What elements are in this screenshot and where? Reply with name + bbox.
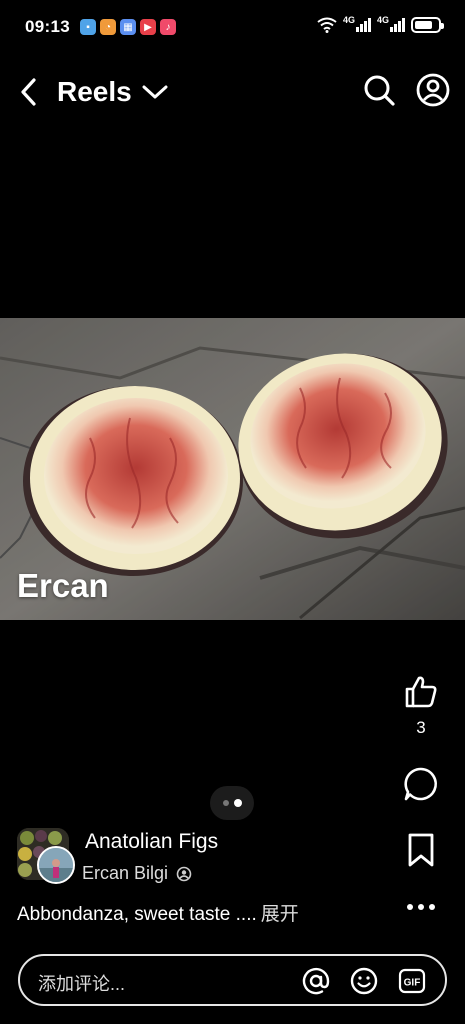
feed-selector[interactable]: Reels [57, 76, 168, 108]
app-notification-icon: ◔ [100, 19, 116, 35]
gif-icon: GIF [398, 968, 426, 994]
chevron-left-icon [21, 78, 36, 106]
network-type-label: 4G [376, 15, 389, 25]
thumbs-up-icon [405, 676, 437, 708]
at-sign-icon [302, 967, 330, 995]
like-button[interactable] [401, 672, 441, 712]
media-watermark: Ercan [17, 567, 109, 604]
emoji-button[interactable] [349, 966, 379, 996]
expand-caption-link[interactable]: 展开 [261, 904, 299, 925]
profile-icon [416, 73, 450, 107]
battery-level [415, 21, 432, 29]
status-bar: 09:13 ▪ ◔ ▦ ▶ ♪ 4G 4G [0, 0, 465, 56]
bookmark-icon [408, 833, 434, 867]
pager-dot [222, 800, 229, 806]
music-app-icon: ♪ [160, 19, 176, 35]
post-caption: Abbondanza, sweet taste .... 展开 [17, 899, 299, 926]
back-button[interactable] [14, 74, 44, 110]
author-avatar-image [39, 848, 73, 882]
profile-button[interactable] [415, 72, 451, 108]
gif-button[interactable]: GIF [397, 966, 427, 996]
status-time: 09:13 [25, 17, 70, 36]
pager-dot-active [233, 799, 242, 807]
search-icon [364, 75, 395, 106]
signal-4g-icon: 4G [376, 15, 405, 32]
reel-media[interactable]: Ercan [0, 318, 465, 620]
notification-icons: ▪ ◔ ▦ ▶ ♪ [80, 19, 176, 35]
side-actions: 3 [391, 672, 451, 922]
wifi-icon [317, 17, 337, 33]
more-options-button[interactable] [401, 892, 441, 922]
media-pager [210, 786, 254, 820]
author-avatar[interactable] [37, 846, 75, 884]
post-author: Anatolian Figs Ercan Bilgi [17, 826, 397, 886]
author-name[interactable]: Ercan Bilgi [82, 863, 168, 884]
friend-badge-icon [176, 866, 192, 881]
signal-4g-icon: 4G [342, 15, 371, 32]
comment-bubble-icon [404, 767, 437, 801]
group-name[interactable]: Anatolian Figs [85, 830, 218, 854]
page-title: Reels [57, 76, 132, 107]
search-button[interactable] [361, 72, 397, 108]
video-app-icon: ▶ [140, 19, 156, 35]
caption-text: Abbondanza, sweet taste .... [17, 904, 257, 925]
like-count: 3 [416, 718, 426, 737]
battery-icon [411, 17, 444, 33]
system-indicators: 4G 4G [317, 15, 444, 33]
chevron-down-icon [142, 85, 168, 99]
gif-label: GIF [404, 978, 421, 989]
top-bar: Reels [0, 66, 465, 118]
more-dots-icon [407, 904, 435, 910]
comment-bar[interactable]: 添加评论... GIF [18, 954, 447, 1006]
comment-button[interactable] [401, 764, 441, 804]
app-notification-icon: ▪ [80, 19, 96, 35]
smiley-icon [350, 967, 378, 995]
comment-input[interactable]: 添加评论... [38, 970, 125, 996]
app-notification-icon: ▦ [120, 19, 136, 35]
save-button[interactable] [401, 830, 441, 870]
network-type-label: 4G [342, 15, 355, 25]
mention-button[interactable] [301, 966, 331, 996]
